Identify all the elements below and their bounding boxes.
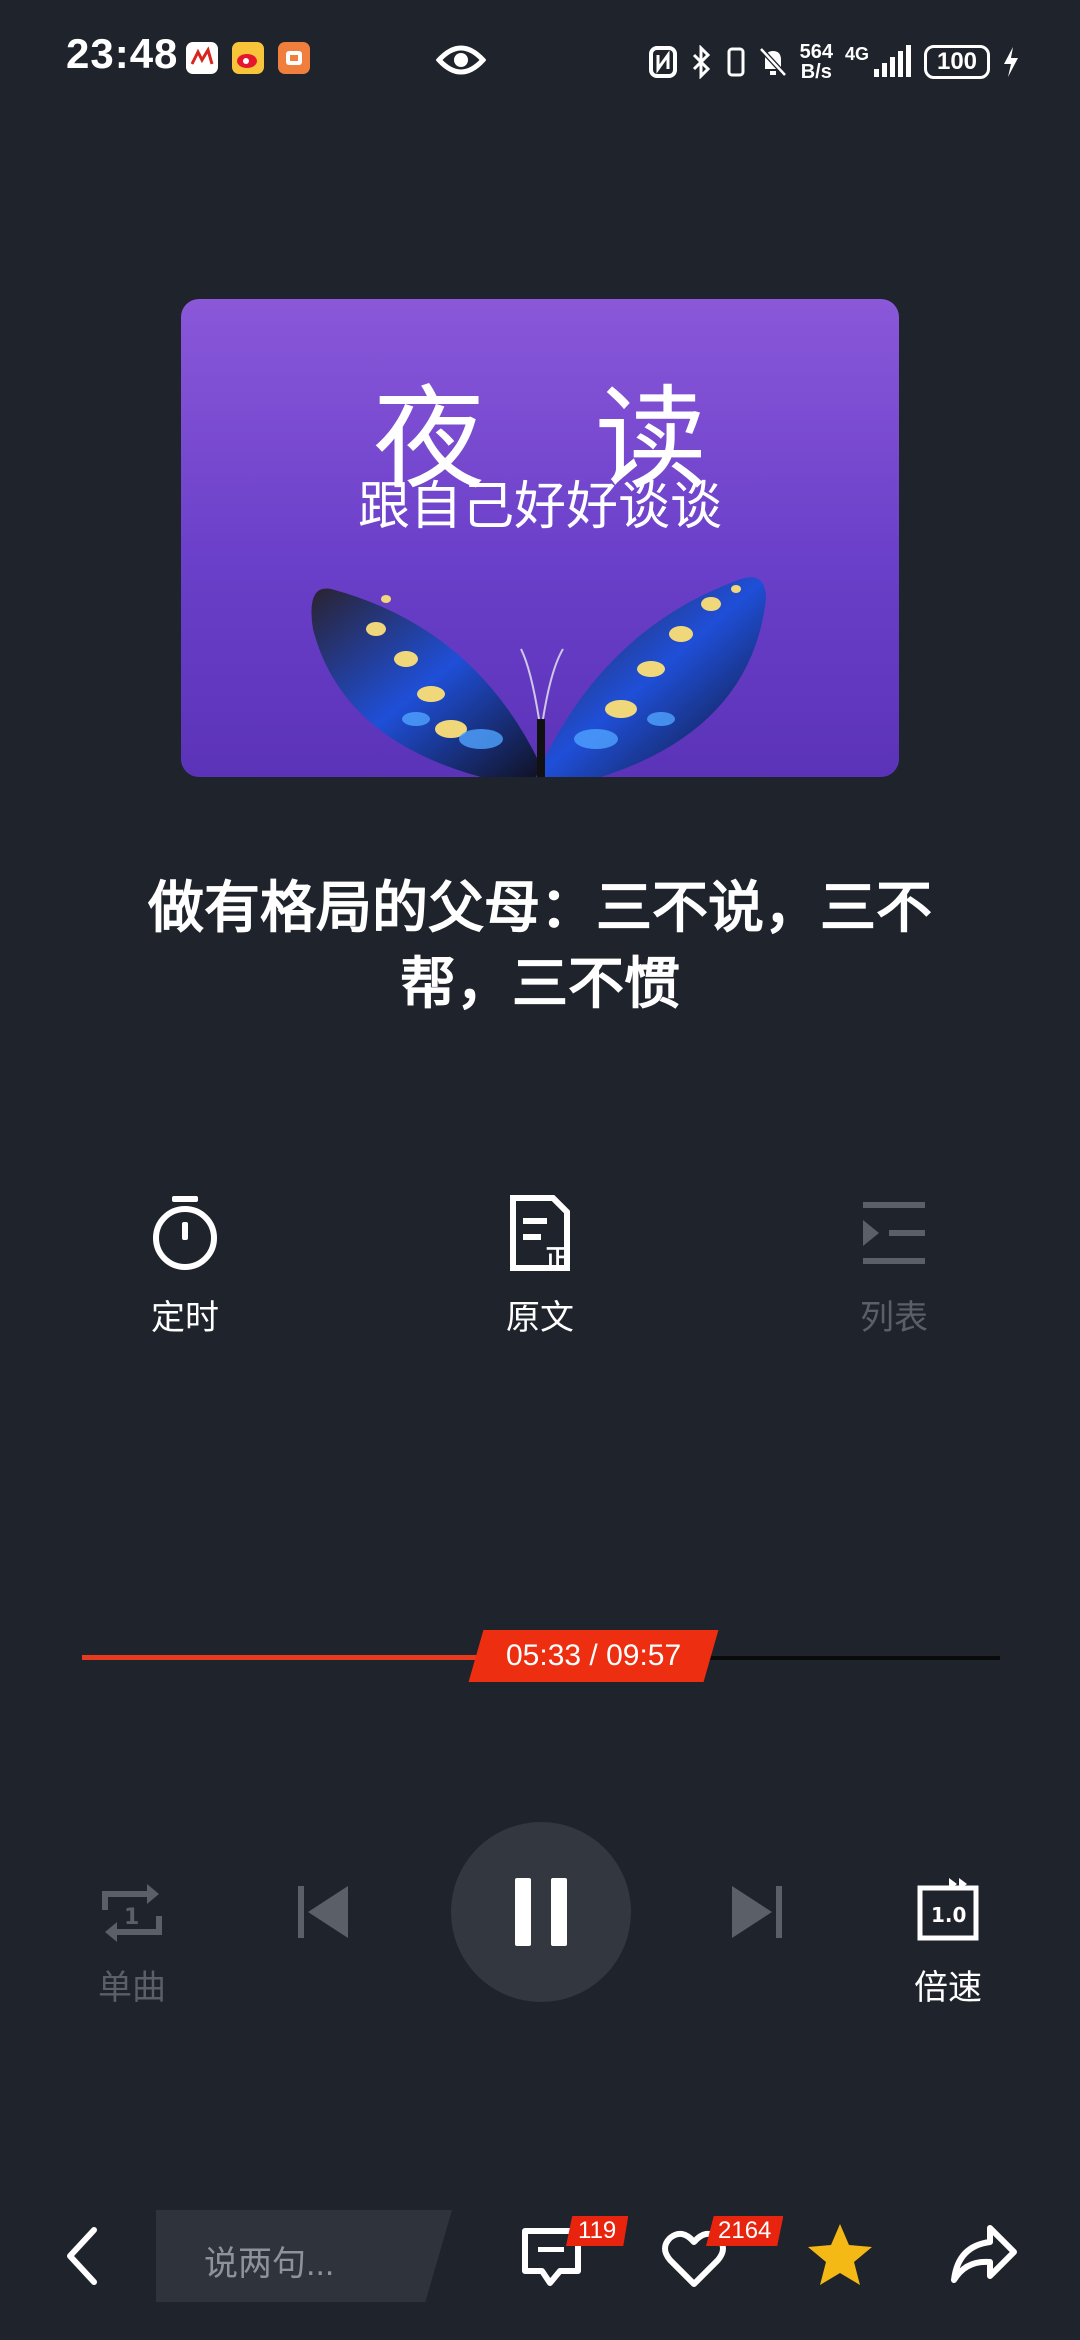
repeat-one-icon: 1: [102, 1884, 162, 1942]
app-notification-icon: [186, 42, 218, 74]
timer-label: 定时: [151, 1299, 219, 1337]
album-cover: 夜读 跟自己好好谈谈: [181, 299, 899, 777]
status-time: 23:48: [66, 30, 179, 77]
episode-title: 做有格局的父母：三不说，三不帮，三不惯: [148, 876, 932, 1015]
speed-value: 1.0: [931, 1903, 966, 1927]
playlist-button[interactable]: 列表: [804, 1192, 984, 1339]
favorite-button[interactable]: [806, 2222, 874, 2293]
comment-count-badge: 119: [566, 2216, 629, 2246]
original-text-button[interactable]: 正 原文: [450, 1192, 630, 1339]
pause-button[interactable]: [451, 1822, 631, 2002]
skip-previous-icon: [298, 1886, 348, 1938]
repeat-mode-label: 单曲: [98, 1969, 166, 2007]
back-button[interactable]: [62, 2226, 102, 2291]
share-icon: [951, 2225, 1017, 2283]
share-button[interactable]: [950, 2222, 1018, 2291]
previous-button[interactable]: [296, 1882, 352, 1947]
svg-text:正: 正: [545, 1244, 569, 1272]
timer-button[interactable]: 定时: [95, 1192, 275, 1339]
playlist-label: 列表: [860, 1299, 928, 1337]
skip-next-icon: [732, 1886, 782, 1938]
progress-thumb[interactable]: 05:33 / 09:57: [468, 1630, 719, 1682]
battery-indicator: 100: [924, 45, 990, 79]
playback-speed-label: 倍速: [914, 1969, 982, 2007]
butterfly-illustration: [311, 577, 766, 777]
original-text-icon: 正: [510, 1195, 570, 1272]
comment-input[interactable]: 说两句...: [156, 2210, 452, 2302]
net-speed: 564 B/s: [799, 41, 833, 83]
original-text-label: 原文: [506, 1299, 574, 1337]
playlist-icon: [863, 1202, 925, 1264]
vibrate-icon: [727, 47, 745, 77]
pause-icon: [515, 1878, 567, 1946]
app-store-icon: [278, 42, 310, 74]
comment-placeholder: 说两句...: [204, 2245, 335, 2283]
playback-speed-icon: 1.0: [917, 1878, 979, 1941]
star-icon: [808, 2224, 872, 2285]
like-count-badge: 2164: [706, 2216, 784, 2246]
signal-icon: [874, 45, 911, 77]
svg-text:1: 1: [124, 1905, 139, 1930]
bluetooth-icon: [692, 45, 710, 79]
eye-icon: [435, 40, 487, 85]
mute-bell-icon: [758, 47, 787, 77]
next-button[interactable]: [728, 1882, 784, 1947]
back-icon: [67, 2227, 97, 2285]
repeat-mode-button[interactable]: 1 单曲: [62, 1880, 202, 2009]
network-type: 4G: [844, 44, 869, 64]
weibo-icon: [232, 42, 264, 74]
time-readout: 05:33 / 09:57: [505, 1639, 681, 1672]
nfc-icon: [648, 46, 677, 78]
status-icons: 564 B/s 4G 100: [648, 34, 1020, 90]
playback-speed-button[interactable]: 1.0 倍速: [878, 1876, 1018, 2009]
charging-icon: [1004, 47, 1018, 77]
timer-icon: [153, 1196, 217, 1270]
